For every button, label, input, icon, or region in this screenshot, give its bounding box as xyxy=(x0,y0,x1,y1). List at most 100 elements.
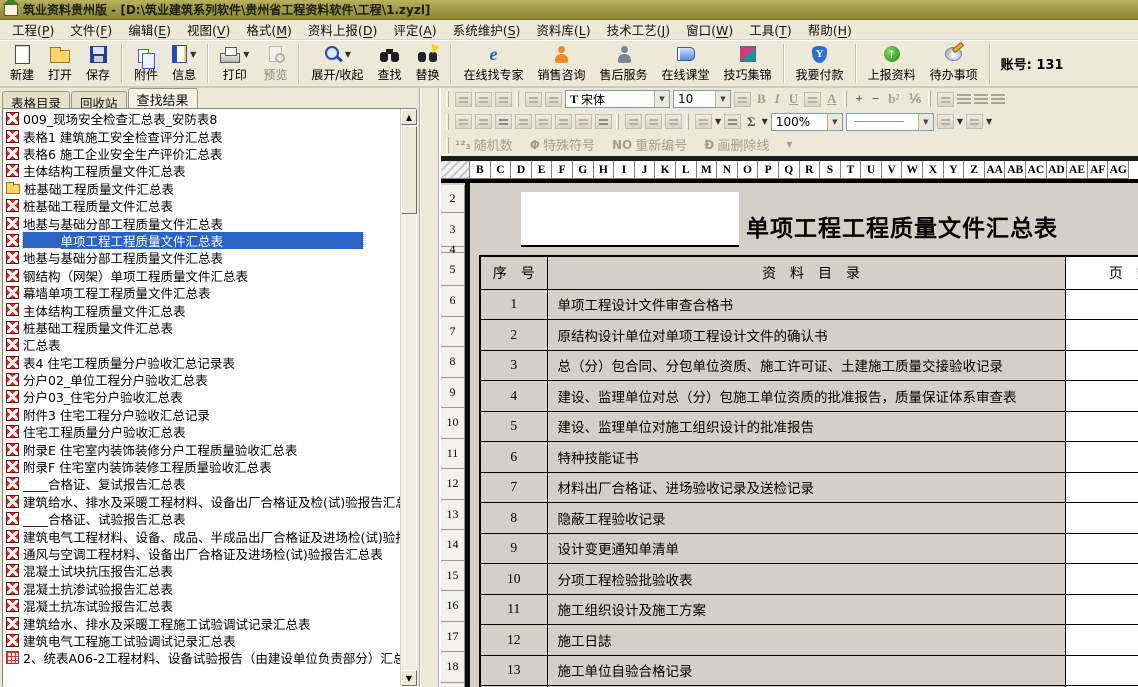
increase-button[interactable]: + xyxy=(853,91,866,107)
decrease-button[interactable]: − xyxy=(869,91,882,107)
list-item[interactable]: 通风与空调工程材料、设备出厂合格证及进场检(试)验报告汇总表 xyxy=(3,545,400,562)
cell-pages[interactable] xyxy=(1065,533,1138,564)
cell-seq[interactable]: 9 xyxy=(480,533,547,564)
delete-column-icon[interactable] xyxy=(575,114,592,129)
menu-item-10[interactable]: 技术工艺(J) xyxy=(599,18,678,41)
chevron-down-icon[interactable]: ▼ xyxy=(918,114,933,130)
paragraph-icon[interactable] xyxy=(937,92,954,107)
menu-item-1[interactable]: 工程(P) xyxy=(4,18,62,41)
column-header-K[interactable]: K xyxy=(655,161,676,179)
fill-pattern-icon[interactable] xyxy=(695,114,712,129)
chevron-down-icon[interactable]: ▼ xyxy=(957,117,963,126)
align-right-icon[interactable] xyxy=(991,94,1005,105)
chevron-down-icon[interactable]: ▼ xyxy=(715,91,730,107)
undo-icon[interactable] xyxy=(525,92,542,107)
column-header-Z[interactable]: Z xyxy=(964,161,985,179)
list-item[interactable]: 混凝土抗渗试验报告汇总表 xyxy=(3,580,400,597)
cell-seq[interactable]: 4 xyxy=(480,381,547,412)
list-scrollbar[interactable]: ▲ ▼ xyxy=(400,109,416,686)
split-cell-icon[interactable] xyxy=(495,114,512,129)
chevron-down-icon[interactable]: ▼ xyxy=(786,140,792,149)
list-item[interactable]: 桩基础工程质量文件汇总表 xyxy=(3,180,400,197)
list-item[interactable]: 住宅工程质量分户验收汇总表 xyxy=(3,423,400,440)
list-item[interactable]: 009_现场安全检查汇总表_安防表8 xyxy=(3,110,400,127)
replace-button[interactable]: 替换 xyxy=(408,41,446,86)
row-header-2[interactable]: 2 xyxy=(441,185,465,213)
list-item[interactable]: 桩基础工程质量文件汇总表 xyxy=(3,319,400,336)
table-properties-icon[interactable] xyxy=(595,114,612,129)
tab-3[interactable]: 查找结果 xyxy=(128,88,198,108)
cell-pages[interactable] xyxy=(1065,350,1138,381)
cell-pages[interactable] xyxy=(1065,655,1138,686)
column-header-W[interactable]: W xyxy=(902,161,923,179)
header-seq[interactable]: 序 号 xyxy=(480,256,547,289)
column-header-O[interactable]: O xyxy=(738,161,759,179)
cell-catalog[interactable]: 施工日誌 xyxy=(547,625,1065,656)
insert-row-icon[interactable] xyxy=(515,114,532,129)
cell-catalog[interactable]: 总（分）包合同、分包单位资质、施工许可证、土建施工质量交接验收记录 xyxy=(547,350,1065,381)
row-header-19[interactable]: 19 xyxy=(441,683,465,687)
cell-catalog[interactable]: 施工单位自验合格记录 xyxy=(547,655,1065,686)
list-item[interactable]: 建筑电气工程材料、设备、成品、半成品出厂合格证及进场检(试)验报 xyxy=(3,527,400,544)
list-item[interactable]: 地基与基础分部工程质量文件汇总表 xyxy=(3,249,400,266)
autosum-button[interactable]: Σ xyxy=(744,114,759,130)
border-draw-icon[interactable] xyxy=(724,114,741,129)
clear-format-icon[interactable] xyxy=(665,114,682,129)
special-tool-2[interactable]: Φ特殊符号 xyxy=(530,135,595,154)
row-spacing-increase-icon[interactable] xyxy=(625,114,642,129)
list-item[interactable]: 钢结构（网架）单项工程质量文件汇总表 xyxy=(3,267,400,284)
attach-button[interactable]: 附件 xyxy=(127,41,165,86)
delete-row-icon[interactable] xyxy=(535,114,552,129)
column-header-J[interactable]: J xyxy=(635,161,656,179)
row-header-17[interactable]: 17 xyxy=(441,622,465,653)
row-header-12[interactable]: 12 xyxy=(441,469,465,500)
save-button[interactable]: 保存 xyxy=(79,41,117,86)
cell-seq[interactable]: 5 xyxy=(480,411,547,442)
project-name-field[interactable] xyxy=(521,192,739,247)
cell-seq[interactable]: 3 xyxy=(480,350,547,381)
list-item[interactable]: ____合格证、复试报告汇总表 xyxy=(3,475,400,492)
row-header-15[interactable]: 15 xyxy=(441,561,465,592)
row-header-8[interactable]: 8 xyxy=(441,347,465,378)
cell-catalog[interactable]: 单项工程设计文件审查合格书 xyxy=(547,289,1065,320)
align-center-icon[interactable] xyxy=(974,94,988,105)
expert-button[interactable]: e在线找专家 xyxy=(456,41,530,86)
toolbar-grip[interactable] xyxy=(446,91,449,107)
cell-seq[interactable]: 13 xyxy=(480,655,547,686)
special-tool-3[interactable]: NO重新编号 xyxy=(612,135,687,154)
tab-2[interactable]: 回收站 xyxy=(71,91,127,108)
menu-item-9[interactable]: 资料库(L) xyxy=(528,18,598,41)
tips-button[interactable]: 技巧集锦 xyxy=(717,41,779,86)
pay-button[interactable]: Y我要付款 xyxy=(789,41,851,86)
cell-catalog[interactable]: 建设、监理单位对施工组织设计的批准报告 xyxy=(547,411,1065,442)
scroll-down-icon[interactable]: ▼ xyxy=(401,670,417,686)
cell-catalog[interactable]: 特种技能证书 xyxy=(547,442,1065,473)
paste-icon[interactable] xyxy=(495,92,512,107)
list-item[interactable]: 建筑给水、排水及采暖工程施工试验调试记录汇总表 xyxy=(3,614,400,631)
class-button[interactable]: 在线课堂 xyxy=(655,41,717,86)
row-header-6[interactable]: 6 xyxy=(441,286,465,317)
zoom-select[interactable]: 100% ▼ xyxy=(771,113,843,131)
panel-splitter[interactable] xyxy=(419,88,440,687)
list-item[interactable]: ______单项工程工程质量文件汇总表 xyxy=(3,232,400,249)
row-header-14[interactable]: 14 xyxy=(441,530,465,561)
special-tool-4[interactable]: Đ画删除线 xyxy=(704,135,769,154)
highlight-icon[interactable] xyxy=(804,92,821,107)
list-item[interactable]: 附录E 住宅室内装饰装修分户工程质量验收汇总表 xyxy=(3,440,400,457)
column-header-AF[interactable]: AF xyxy=(1088,161,1109,179)
column-header-M[interactable]: M xyxy=(697,161,718,179)
print-button[interactable]: ▼打印 xyxy=(213,41,256,86)
list-item[interactable]: 混凝土抗冻试验报告汇总表 xyxy=(3,597,400,614)
list-item[interactable]: 桩基础工程质量文件汇总表 xyxy=(3,197,400,214)
cell-catalog[interactable]: 建设、监理单位对总（分）包施工单位资质的批准报告，质量保证体系审查表 xyxy=(547,381,1065,412)
row-header-9[interactable]: 9 xyxy=(441,378,465,409)
column-header-X[interactable]: X xyxy=(923,161,944,179)
column-header-AE[interactable]: AE xyxy=(1067,161,1088,179)
menu-item-5[interactable]: 格式(M) xyxy=(238,18,300,41)
cell-pages[interactable] xyxy=(1065,503,1138,534)
column-header-P[interactable]: P xyxy=(758,161,779,179)
cell-pages[interactable] xyxy=(1065,564,1138,595)
select-all-corner[interactable] xyxy=(441,161,470,179)
row-header-18[interactable]: 18 xyxy=(441,652,465,683)
row-header-5[interactable]: 5 xyxy=(441,253,465,286)
